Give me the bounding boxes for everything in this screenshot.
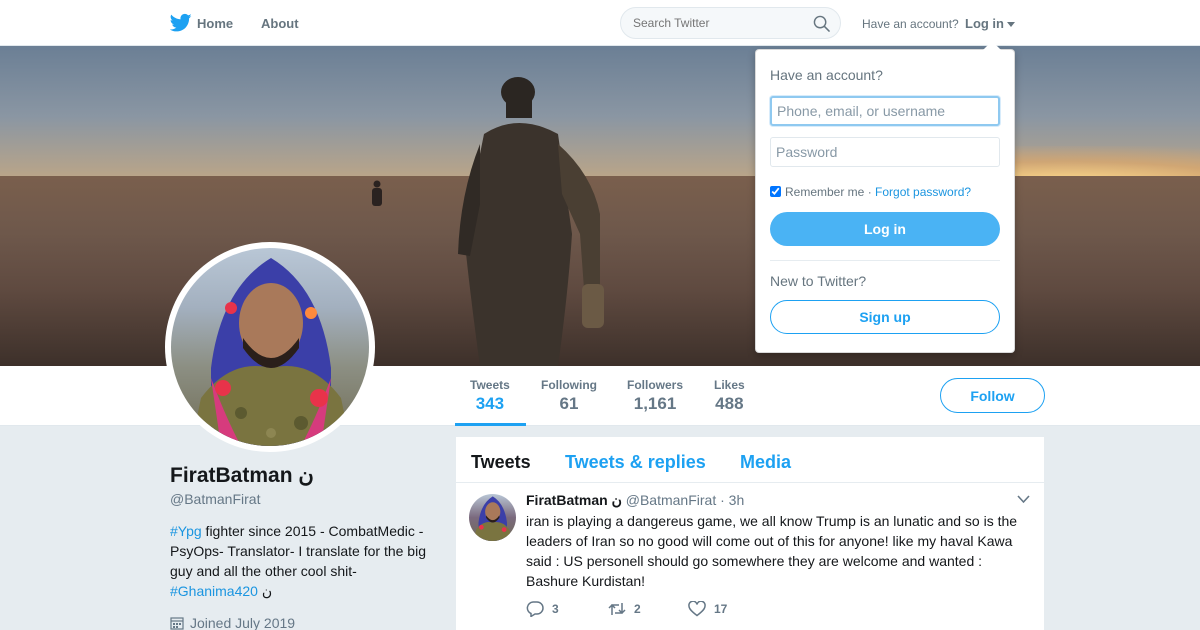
remember-me-row: Remember me · Forgot password? bbox=[770, 185, 971, 199]
avatar-image bbox=[171, 248, 369, 446]
joined-date: Joined July 2019 bbox=[170, 615, 295, 630]
login-link-label: Log in bbox=[965, 16, 1004, 31]
bio-hashtag-ypg[interactable]: #Ypg bbox=[170, 523, 202, 539]
search-input[interactable] bbox=[633, 16, 803, 30]
tweet-text: iran is playing a dangereus game, we all… bbox=[526, 513, 1018, 589]
active-stat-underline bbox=[455, 423, 526, 426]
like-button[interactable]: 17 bbox=[688, 600, 728, 617]
follow-button[interactable]: Follow bbox=[940, 378, 1045, 413]
login-dropdown-toggle[interactable]: Log in bbox=[965, 16, 1015, 31]
tab-tweets-and-replies[interactable]: Tweets & replies bbox=[565, 452, 706, 473]
timeline: Tweets Tweets & replies Media FiratBatma… bbox=[456, 437, 1044, 630]
tweet-timestamp[interactable]: 3h bbox=[729, 492, 745, 508]
banner-soldier-silhouette bbox=[458, 77, 604, 366]
login-dropdown-title: Have an account? bbox=[770, 67, 883, 83]
retweet-button[interactable]: 2 bbox=[608, 601, 641, 617]
tweet-avatar[interactable] bbox=[469, 494, 516, 541]
calendar-icon bbox=[170, 617, 184, 630]
profile-name: FiratBatman ن bbox=[170, 464, 314, 487]
stat-following-label: Following bbox=[541, 378, 597, 392]
nav-home-link[interactable]: Home bbox=[197, 16, 233, 31]
bio-hashtag-ghanima[interactable]: #Ghanima420 bbox=[170, 583, 258, 599]
stat-following-value: 61 bbox=[559, 394, 579, 413]
login-dropdown: Have an account? Remember me · Forgot pa… bbox=[755, 41, 1015, 353]
dropdown-arrow bbox=[983, 41, 1001, 50]
stat-following[interactable]: Following 61 bbox=[541, 378, 597, 414]
search-box[interactable] bbox=[620, 7, 841, 39]
stat-followers-value: 1,161 bbox=[633, 394, 677, 413]
new-to-twitter-text: New to Twitter? bbox=[770, 273, 867, 289]
reply-icon bbox=[526, 601, 544, 618]
reply-count: 3 bbox=[552, 602, 559, 616]
stat-likes[interactable]: Likes 488 bbox=[714, 378, 745, 414]
tweet-avatar-portrait bbox=[473, 496, 512, 541]
profile-avatar[interactable] bbox=[165, 242, 375, 452]
twitter-bird-icon[interactable] bbox=[170, 13, 192, 33]
retweet-icon bbox=[608, 603, 626, 615]
bio-tail: ن bbox=[257, 583, 273, 599]
dropdown-divider bbox=[770, 260, 1000, 261]
tweet-separator: · bbox=[716, 492, 729, 508]
login-button[interactable]: Log in bbox=[770, 212, 1000, 246]
tweet-author-handle[interactable]: @BatmanFirat bbox=[626, 492, 716, 508]
heart-icon bbox=[688, 600, 706, 617]
banner-distant-figure bbox=[372, 180, 382, 206]
tweet-author-name[interactable]: FiratBatman ن bbox=[526, 492, 622, 508]
bio-text: fighter since 2015 - CombatMedic - PsyOp… bbox=[170, 523, 426, 579]
remember-separator: · bbox=[864, 185, 876, 199]
search-icon[interactable] bbox=[813, 15, 830, 32]
stat-followers-label: Followers bbox=[627, 378, 684, 392]
tweet-header: FiratBatman ن @BatmanFirat · 3h bbox=[526, 492, 744, 509]
avatar-portrait bbox=[191, 258, 351, 446]
reply-button[interactable]: 3 bbox=[526, 601, 559, 618]
stat-likes-value: 488 bbox=[715, 394, 744, 413]
stat-likes-label: Likes bbox=[714, 378, 745, 392]
have-account-text: Have an account? bbox=[862, 17, 959, 31]
tweet-actions: 3 2 17 bbox=[526, 600, 826, 621]
tab-media[interactable]: Media bbox=[740, 452, 791, 473]
signup-button[interactable]: Sign up bbox=[770, 300, 1000, 334]
like-count: 17 bbox=[714, 602, 728, 616]
top-nav: Home About Have an account? Log in bbox=[0, 0, 1200, 46]
timeline-tabs: Tweets Tweets & replies Media bbox=[456, 437, 1044, 483]
chevron-down-icon[interactable] bbox=[1017, 495, 1030, 504]
profile-bio: #Ypg fighter since 2015 - CombatMedic - … bbox=[170, 521, 435, 601]
stat-tweets-value: 343 bbox=[475, 394, 505, 413]
tab-tweets[interactable]: Tweets bbox=[471, 452, 531, 473]
retweet-count: 2 bbox=[634, 602, 641, 616]
forgot-password-link[interactable]: Forgot password? bbox=[875, 185, 971, 199]
password-field[interactable] bbox=[770, 137, 1000, 167]
profile-handle[interactable]: @BatmanFirat bbox=[170, 491, 260, 507]
stat-tweets[interactable]: Tweets 343 bbox=[470, 378, 510, 414]
chevron-down-icon bbox=[1007, 22, 1015, 28]
stat-followers[interactable]: Followers 1,161 bbox=[627, 378, 683, 414]
remember-me-label[interactable]: Remember me bbox=[785, 185, 864, 199]
stat-tweets-label: Tweets bbox=[470, 378, 510, 392]
username-field[interactable] bbox=[770, 96, 1000, 126]
joined-date-text: Joined July 2019 bbox=[190, 615, 296, 630]
nav-about-link[interactable]: About bbox=[261, 16, 299, 31]
tweet[interactable]: FiratBatman ن @BatmanFirat · 3h iran is … bbox=[456, 483, 1044, 630]
remember-me-checkbox[interactable] bbox=[770, 186, 781, 197]
